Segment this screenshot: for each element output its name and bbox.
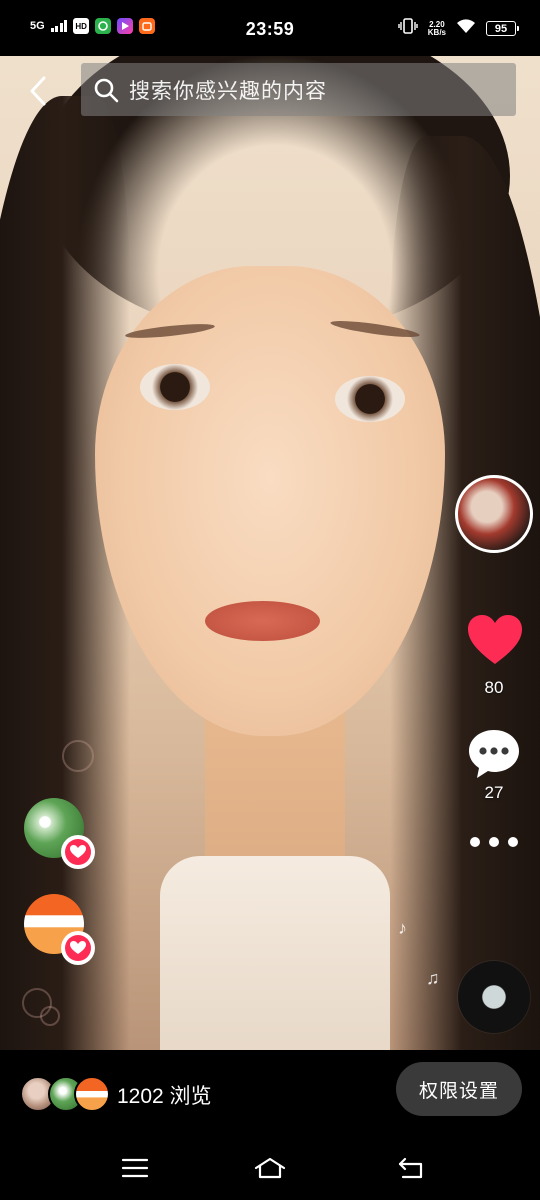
video-frame-lips [205,601,320,641]
music-note-icon: ♫ [426,968,440,988]
floating-bubble [62,740,94,772]
video-frame-shirt [160,856,390,1050]
wifi-icon [456,18,476,39]
nav-back-icon [398,1157,423,1179]
status-bar: 5G HD 23:59 2.20 KB/s 95 [0,0,540,56]
video-player[interactable] [0,56,540,1050]
music-note-icon: ♪ [398,918,407,938]
video-frame-eye [140,364,210,410]
comment-icon [469,730,519,778]
heart-icon [65,935,91,961]
network-speed: 2.20 KB/s [427,20,446,37]
heart-icon [468,615,522,664]
viewer-avatar[interactable] [74,1076,110,1112]
search-bar[interactable]: 搜索你感兴趣的内容 [81,63,516,116]
back-icon [30,76,46,106]
floating-bubble [40,1006,60,1026]
search-icon [94,78,119,102]
nav-home-button[interactable] [253,1155,287,1181]
comment-count: 27 [484,783,504,802]
more-icon [470,837,480,847]
menu-icon [121,1158,149,1178]
heart-icon [65,839,91,865]
like-button[interactable] [466,612,524,670]
permission-settings-button[interactable]: 权限设置 [396,1062,522,1116]
comment-button[interactable] [466,726,522,782]
friend-like-badge [61,931,95,965]
back-button[interactable] [22,74,54,108]
home-icon [254,1157,286,1179]
more-icon [489,837,499,847]
search-placeholder: 搜索你感兴趣的内容 [129,79,327,103]
nav-menu-button[interactable] [120,1155,150,1181]
view-count: 1202 浏览 [117,1085,212,1108]
more-icon [508,837,518,847]
video-frame-eye [335,376,405,422]
music-disc[interactable] [458,961,530,1033]
speed-unit: KB/s [427,27,446,37]
more-button[interactable] [470,830,518,854]
friend-like-badge [61,835,95,869]
author-avatar[interactable] [455,475,533,553]
nav-back-button[interactable] [396,1155,426,1181]
vibrate-icon [398,18,418,39]
battery-indicator: 95 [486,21,519,36]
like-count: 80 [484,678,504,697]
